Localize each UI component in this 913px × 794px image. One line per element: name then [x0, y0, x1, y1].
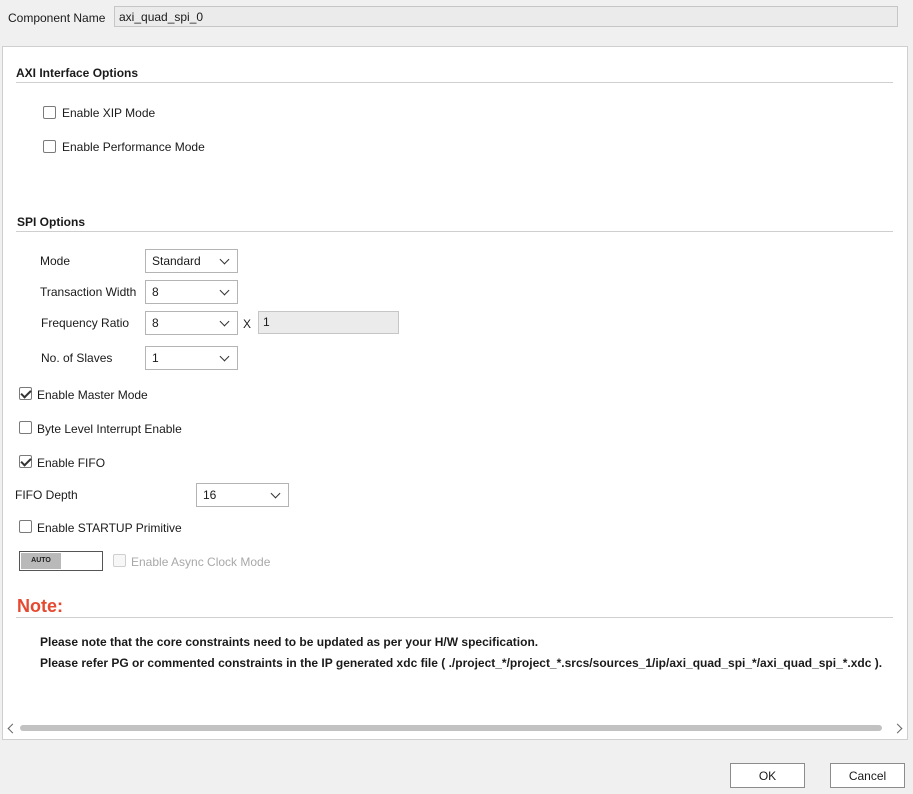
mode-label: Mode: [40, 254, 71, 268]
enable-performance-mode-option[interactable]: Enable Performance Mode: [43, 140, 263, 156]
chevron-down-icon: [219, 285, 230, 296]
axi-interface-options-title: AXI Interface Options: [16, 66, 139, 80]
enable-fifo-label: Enable FIFO: [37, 456, 106, 470]
chevron-down-icon: [219, 254, 230, 265]
frequency-ratio-multiplier-field: 1: [258, 311, 399, 334]
enable-xip-mode-option[interactable]: Enable XIP Mode: [43, 106, 243, 122]
fifo-depth-select[interactable]: 16: [196, 483, 289, 507]
enable-performance-mode-checkbox[interactable]: [43, 140, 56, 153]
chevron-down-icon: [219, 351, 230, 362]
component-name-label: Component Name: [8, 11, 106, 25]
frequency-ratio-select[interactable]: 8: [145, 311, 238, 335]
byte-level-interrupt-checkbox[interactable]: [19, 421, 32, 434]
enable-master-mode-label: Enable Master Mode: [37, 388, 148, 402]
enable-async-clock-mode-option: Enable Async Clock Mode: [113, 554, 293, 570]
transaction-width-value: 8: [152, 285, 159, 299]
horizontal-scrollbar[interactable]: [3, 719, 907, 738]
enable-async-clock-mode-checkbox: [113, 554, 126, 567]
mode-select[interactable]: Standard: [145, 249, 238, 273]
cancel-button[interactable]: Cancel: [830, 763, 905, 788]
component-name-input[interactable]: [114, 6, 898, 27]
chevron-right-icon[interactable]: [892, 723, 903, 734]
chevron-down-icon: [219, 316, 230, 327]
ok-button[interactable]: OK: [730, 763, 805, 788]
transaction-width-select[interactable]: 8: [145, 280, 238, 304]
enable-xip-mode-label: Enable XIP Mode: [62, 106, 156, 120]
enable-startup-primitive-label: Enable STARTUP Primitive: [37, 521, 182, 535]
no-of-slaves-select[interactable]: 1: [145, 346, 238, 370]
mode-select-value: Standard: [152, 254, 201, 268]
no-of-slaves-label: No. of Slaves: [41, 351, 113, 365]
ip-configuration-panel: AXI Interface Options Enable XIP Mode En…: [2, 46, 908, 740]
enable-performance-mode-label: Enable Performance Mode: [62, 140, 205, 154]
byte-level-interrupt-option[interactable]: Byte Level Interrupt Enable: [19, 421, 219, 437]
enable-master-mode-checkbox[interactable]: [19, 387, 32, 400]
enable-fifo-checkbox[interactable]: [19, 455, 32, 468]
note-line-1: Please note that the core constraints ne…: [40, 635, 539, 649]
axi-section-divider: [16, 82, 893, 83]
enable-fifo-option[interactable]: Enable FIFO: [19, 455, 219, 471]
enable-master-mode-option[interactable]: Enable Master Mode: [19, 387, 219, 403]
enable-startup-primitive-checkbox[interactable]: [19, 520, 32, 533]
note-line-2: Please refer PG or commented constraints…: [40, 656, 883, 670]
enable-startup-primitive-option[interactable]: Enable STARTUP Primitive: [19, 520, 219, 536]
chevron-left-icon[interactable]: [7, 723, 18, 734]
transaction-width-label: Transaction Width: [40, 285, 137, 299]
note-divider: [16, 617, 893, 618]
enable-xip-mode-checkbox[interactable]: [43, 106, 56, 119]
fifo-depth-value: 16: [203, 488, 217, 502]
enable-async-clock-mode-label: Enable Async Clock Mode: [131, 555, 271, 569]
no-of-slaves-value: 1: [152, 351, 159, 365]
spi-section-divider: [16, 231, 893, 232]
frequency-ratio-label: Frequency Ratio: [41, 316, 130, 330]
note-title: Note:: [17, 596, 63, 616]
byte-level-interrupt-label: Byte Level Interrupt Enable: [37, 422, 182, 436]
frequency-ratio-multiplier-sign: X: [243, 317, 252, 331]
fifo-depth-label: FIFO Depth: [15, 488, 78, 502]
auto-toggle-knob: AUTO: [21, 553, 61, 569]
frequency-ratio-multiplier-value: 1: [263, 315, 270, 329]
horizontal-scrollbar-thumb[interactable]: [20, 725, 882, 731]
chevron-down-icon: [270, 488, 281, 499]
auto-toggle-switch[interactable]: AUTO: [19, 551, 103, 571]
spi-options-title: SPI Options: [17, 215, 86, 229]
frequency-ratio-value: 8: [152, 316, 159, 330]
